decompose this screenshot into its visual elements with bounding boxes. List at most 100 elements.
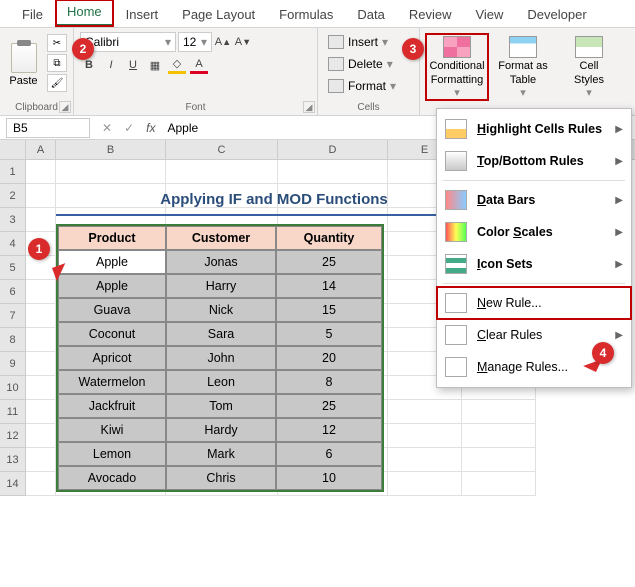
cell-product[interactable]: Avocado xyxy=(58,466,166,490)
cell-product[interactable]: Lemon xyxy=(58,442,166,466)
font-launcher[interactable]: ◢ xyxy=(303,101,315,113)
menu-highlight-cells-rules[interactable]: Highlight Cells Rules▶ xyxy=(437,113,631,145)
cell-customer[interactable]: Leon xyxy=(166,370,276,394)
cell[interactable] xyxy=(388,472,462,496)
row-header[interactable]: 10 xyxy=(0,376,26,400)
cell-product[interactable]: Guava xyxy=(58,298,166,322)
cell[interactable] xyxy=(26,424,56,448)
cell[interactable] xyxy=(26,400,56,424)
menu-color-scales[interactable]: Color Scales▶ xyxy=(437,216,631,248)
cell-quantity[interactable]: 10 xyxy=(276,466,382,490)
cell-product[interactable]: Apricot xyxy=(58,346,166,370)
menu-new-rule[interactable]: New Rule... xyxy=(437,287,631,319)
cell[interactable] xyxy=(26,184,56,208)
menu-icon-sets[interactable]: Icon Sets▶ xyxy=(437,248,631,280)
cell-customer[interactable]: John xyxy=(166,346,276,370)
cell[interactable] xyxy=(26,208,56,232)
copy-button[interactable]: ⧉ xyxy=(47,54,67,72)
cell-customer[interactable]: Chris xyxy=(166,466,276,490)
cell-product[interactable]: Kiwi xyxy=(58,418,166,442)
row-header[interactable]: 8 xyxy=(0,328,26,352)
cell-customer[interactable]: Harry xyxy=(166,274,276,298)
tab-data[interactable]: Data xyxy=(345,2,396,27)
tab-developer[interactable]: Developer xyxy=(515,2,598,27)
row-header[interactable]: 5 xyxy=(0,256,26,280)
cell-product[interactable]: Apple xyxy=(58,250,166,274)
row-header[interactable]: 1 xyxy=(0,160,26,184)
cell-quantity[interactable]: 20 xyxy=(276,346,382,370)
select-all-corner[interactable] xyxy=(0,140,26,159)
format-painter-button[interactable]: 🖌 xyxy=(47,74,67,92)
cell-product[interactable]: Jackfruit xyxy=(58,394,166,418)
cell[interactable] xyxy=(26,280,56,304)
row-header[interactable]: 13 xyxy=(0,448,26,472)
cell[interactable] xyxy=(26,448,56,472)
cell-quantity[interactable]: 15 xyxy=(276,298,382,322)
clipboard-launcher[interactable]: ◢ xyxy=(59,101,71,113)
row-header[interactable]: 3 xyxy=(0,208,26,232)
italic-button[interactable]: I xyxy=(102,56,120,74)
fx-icon[interactable]: fx xyxy=(140,121,161,135)
row-header[interactable]: 4 xyxy=(0,232,26,256)
underline-button[interactable]: U xyxy=(124,56,142,74)
borders-button[interactable]: ▦ xyxy=(146,56,164,74)
format-as-table-button[interactable]: Format as Table ▾ xyxy=(492,34,554,100)
cell-product[interactable]: Watermelon xyxy=(58,370,166,394)
cell[interactable] xyxy=(26,352,56,376)
cell-product[interactable]: Coconut xyxy=(58,322,166,346)
cut-button[interactable]: ✂ xyxy=(47,34,67,52)
tab-page-layout[interactable]: Page Layout xyxy=(170,2,267,27)
col-header-a[interactable]: A xyxy=(26,140,56,159)
cell[interactable] xyxy=(388,424,462,448)
row-header[interactable]: 6 xyxy=(0,280,26,304)
fx-enter[interactable]: ✓ xyxy=(118,121,140,135)
cell-customer[interactable]: Hardy xyxy=(166,418,276,442)
cell-product[interactable]: Apple xyxy=(58,274,166,298)
font-color-button[interactable]: A xyxy=(190,56,208,74)
cell-customer[interactable]: Jonas xyxy=(166,250,276,274)
font-size-select[interactable]: 12▾ xyxy=(178,32,212,52)
cells-format-button[interactable]: Format▾ xyxy=(324,76,413,96)
cell[interactable] xyxy=(388,448,462,472)
col-header-b[interactable]: B xyxy=(56,140,166,159)
conditional-formatting-button[interactable]: Conditional Formatting ▾ xyxy=(426,34,488,100)
formula-input[interactable]: Apple xyxy=(161,121,204,135)
cell-quantity[interactable]: 5 xyxy=(276,322,382,346)
cells-insert-button[interactable]: Insert▾ xyxy=(324,32,413,52)
cell-quantity[interactable]: 6 xyxy=(276,442,382,466)
row-header[interactable]: 14 xyxy=(0,472,26,496)
cell-customer[interactable]: Sara xyxy=(166,322,276,346)
fill-color-button[interactable]: ◇ xyxy=(168,56,186,74)
cells-delete-button[interactable]: Delete▾ xyxy=(324,54,413,74)
cell[interactable] xyxy=(26,304,56,328)
cell[interactable] xyxy=(462,400,536,424)
menu-data-bars[interactable]: Data Bars▶ xyxy=(437,184,631,216)
cell-customer[interactable]: Nick xyxy=(166,298,276,322)
cell[interactable] xyxy=(278,160,388,184)
cell[interactable] xyxy=(56,160,166,184)
col-header-c[interactable]: C xyxy=(166,140,278,159)
cell[interactable] xyxy=(26,376,56,400)
menu-top-bottom-rules[interactable]: Top/Bottom Rules▶ xyxy=(437,145,631,177)
tab-file[interactable]: File xyxy=(10,2,55,27)
tab-formulas[interactable]: Formulas xyxy=(267,2,345,27)
row-header[interactable]: 9 xyxy=(0,352,26,376)
row-header[interactable]: 7 xyxy=(0,304,26,328)
cell[interactable] xyxy=(462,424,536,448)
increase-font-button[interactable]: A▲ xyxy=(214,33,232,51)
fx-cancel[interactable]: ✕ xyxy=(96,121,118,135)
decrease-font-button[interactable]: A▼ xyxy=(234,33,252,51)
row-header[interactable]: 11 xyxy=(0,400,26,424)
cell-customer[interactable]: Mark xyxy=(166,442,276,466)
cell[interactable] xyxy=(26,160,56,184)
row-header[interactable]: 12 xyxy=(0,424,26,448)
cell-quantity[interactable]: 25 xyxy=(276,394,382,418)
cell-quantity[interactable]: 8 xyxy=(276,370,382,394)
cell-quantity[interactable]: 12 xyxy=(276,418,382,442)
font-family-select[interactable]: Calibri▾ xyxy=(80,32,176,52)
cell-styles-button[interactable]: Cell Styles ▾ xyxy=(558,34,620,100)
paste-button[interactable]: Paste xyxy=(6,34,41,96)
tab-review[interactable]: Review xyxy=(397,2,464,27)
name-box[interactable]: B5 xyxy=(6,118,90,138)
cell-quantity[interactable]: 14 xyxy=(276,274,382,298)
